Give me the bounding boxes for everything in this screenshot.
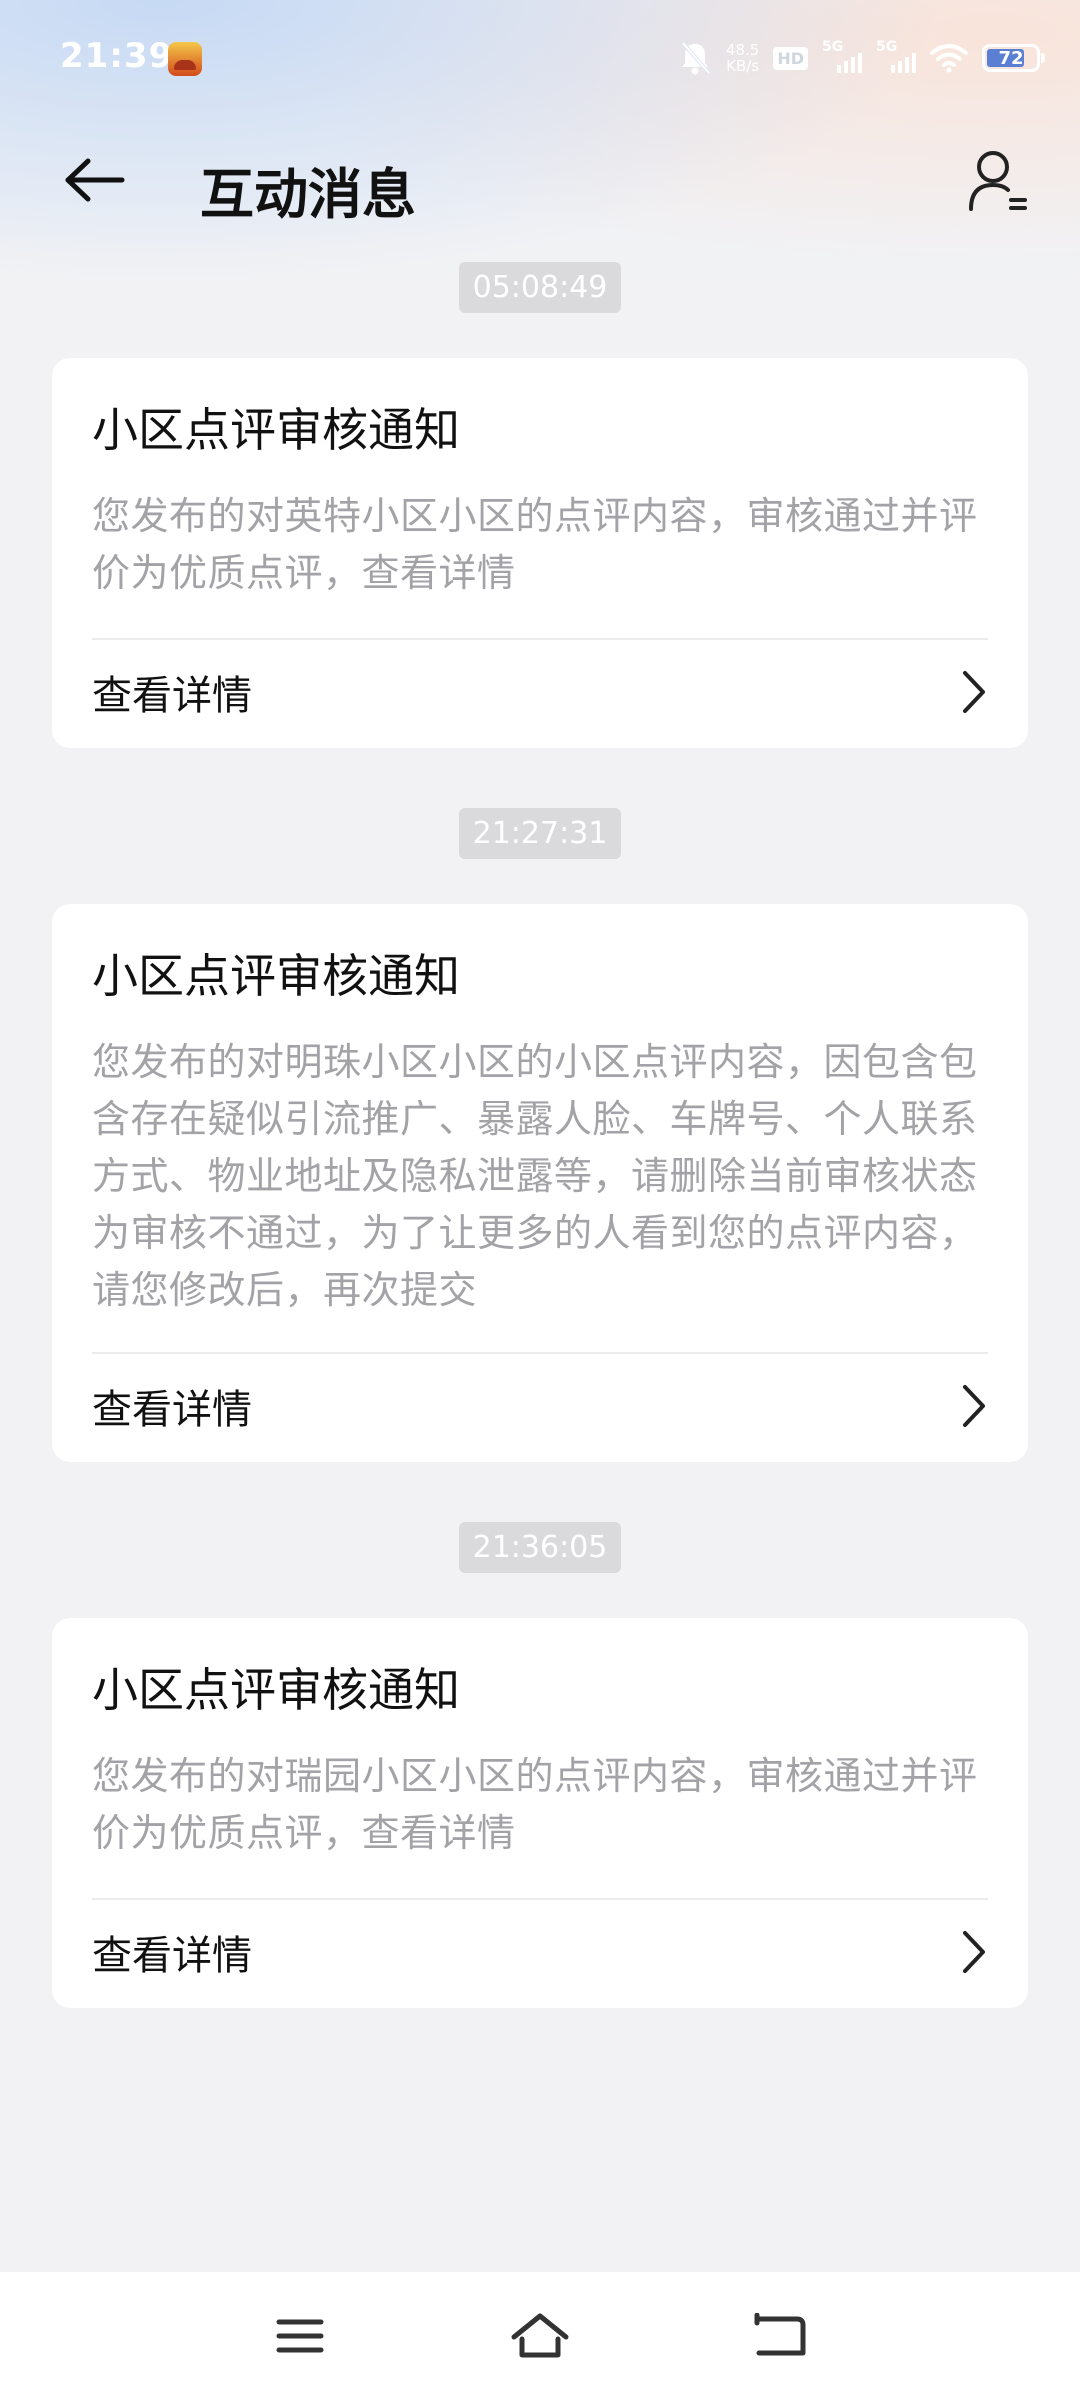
view-details-button[interactable]: 查看详情	[92, 642, 988, 742]
nav-back-button[interactable]	[735, 2296, 825, 2376]
message-title: 小区点评审核通知	[92, 403, 460, 457]
network-speed: 48.5 KB/s	[726, 42, 759, 74]
screen: 21:39 48.5 KB/s HD 5G 5G 72 互动消息 05:08:4…	[0, 0, 1080, 2400]
network-speed-value: 48.5	[725, 41, 760, 59]
message-timestamp: 21:36:05	[458, 1522, 622, 1573]
message-timestamp: 21:27:31	[458, 808, 622, 859]
message-body: 您发布的对瑞园小区小区的点评内容，审核通过并评价为优质点评，查看详情	[92, 1754, 978, 1855]
status-bar: 21:39 48.5 KB/s HD 5G 5G 72	[0, 0, 1080, 120]
message-card[interactable]: 小区点评审核通知 您发布的对明珠小区小区的小区点评内容，因包含包含存在疑似引流推…	[52, 904, 1028, 1462]
signal-bars-icon	[891, 53, 916, 73]
view-details-label: 查看详情	[92, 1933, 252, 1979]
chevron-right-icon	[963, 671, 985, 713]
nav-home-button[interactable]	[495, 2296, 585, 2376]
card-divider	[92, 1352, 988, 1354]
hd-badge: HD	[773, 46, 808, 70]
app-header: 互动消息	[0, 130, 1080, 230]
page-title: 互动消息	[200, 163, 416, 226]
status-time: 21:39	[60, 36, 174, 76]
signal-bars-icon	[837, 53, 862, 73]
chevron-right-icon	[963, 1385, 985, 1427]
view-details-button[interactable]: 查看详情	[92, 1356, 988, 1456]
message-timestamp: 05:08:49	[458, 262, 622, 313]
message-body: 您发布的对明珠小区小区的小区点评内容，因包含包含存在疑似引流推广、暴露人脸、车牌…	[92, 1040, 978, 1312]
view-details-label: 查看详情	[92, 673, 252, 719]
message-card[interactable]: 小区点评审核通知 您发布的对英特小区小区的点评内容，审核通过并评价为优质点评，查…	[52, 358, 1028, 748]
bell-muted-icon	[681, 41, 711, 75]
view-details-label: 查看详情	[92, 1387, 252, 1433]
app-notification-icon	[168, 42, 202, 76]
signal-5g-1: 5G	[822, 39, 862, 75]
signal-5g-2: 5G	[876, 39, 916, 75]
menu-icon	[276, 2319, 324, 2353]
profile-button[interactable]	[960, 142, 1036, 218]
card-divider	[92, 638, 988, 640]
nav-menu-button[interactable]	[255, 2296, 345, 2376]
chevron-right-icon	[963, 1931, 985, 1973]
battery-level: 72	[998, 47, 1024, 69]
message-timestamp-row: 21:27:31	[0, 808, 1080, 859]
message-timestamp-row: 21:36:05	[0, 1522, 1080, 1573]
status-icons: 48.5 KB/s HD 5G 5G 72	[678, 38, 1045, 78]
back-button[interactable]	[60, 148, 130, 212]
message-body: 您发布的对英特小区小区的点评内容，审核通过并评价为优质点评，查看详情	[92, 494, 978, 595]
arrow-left-icon	[65, 158, 125, 202]
system-nav-bar	[0, 2272, 1080, 2400]
network-speed-unit: KB/s	[726, 57, 760, 75]
message-title: 小区点评审核通知	[92, 949, 460, 1003]
message-timestamp-row: 05:08:49	[0, 262, 1080, 313]
view-details-button[interactable]: 查看详情	[92, 1902, 988, 2002]
message-card[interactable]: 小区点评审核通知 您发布的对瑞园小区小区的点评内容，审核通过并评价为优质点评，查…	[52, 1618, 1028, 2008]
user-list-icon	[969, 151, 1027, 211]
message-title: 小区点评审核通知	[92, 1663, 460, 1717]
battery-icon: 72	[982, 44, 1045, 72]
return-icon	[754, 2313, 806, 2356]
card-divider	[92, 1898, 988, 1900]
wifi-icon	[930, 44, 968, 73]
home-icon	[511, 2313, 569, 2358]
